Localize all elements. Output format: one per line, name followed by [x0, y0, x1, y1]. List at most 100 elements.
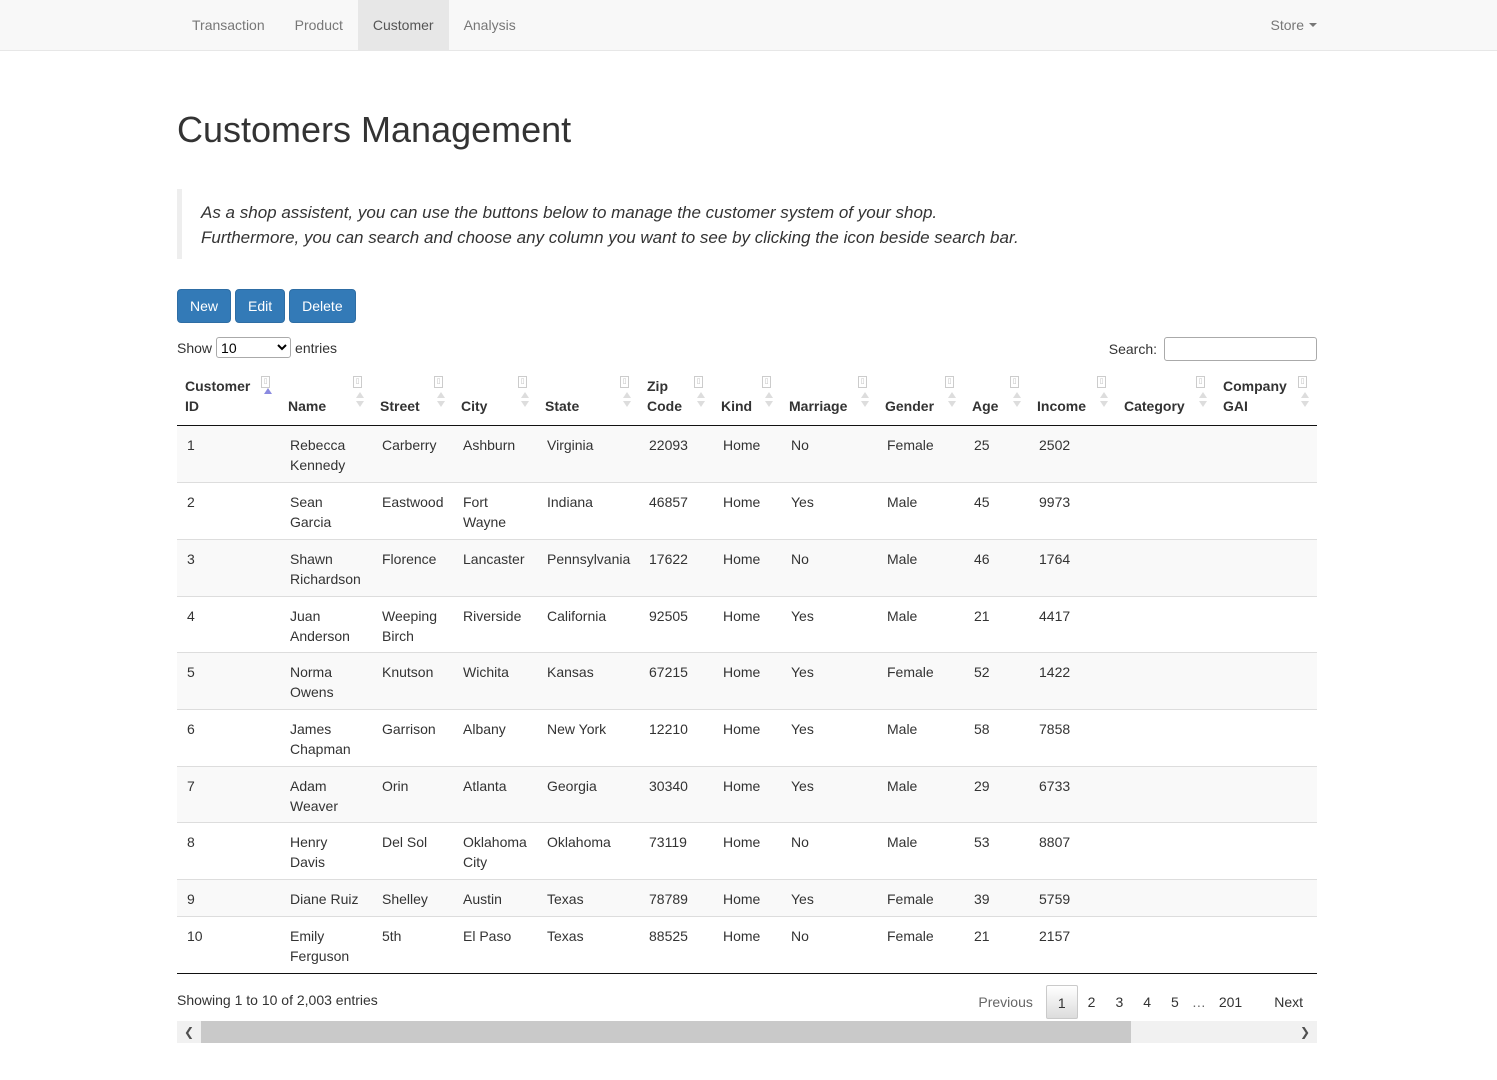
new-button[interactable]: New	[177, 289, 232, 323]
next-page-button[interactable]: Next	[1252, 985, 1317, 1019]
cell-text: Oklahoma	[463, 834, 527, 850]
column-header-street[interactable]: Street ▯	[372, 368, 453, 426]
cell-text: Yes	[791, 721, 814, 737]
cell-age: 58	[974, 719, 1027, 739]
nav-item-customer[interactable]: Customer	[357, 0, 449, 50]
column-visibility-icon[interactable]: ▯	[945, 376, 954, 388]
table-row[interactable]: 4 Juan Anderson Weeping Birch Riverside Califo…	[177, 597, 1317, 653]
cell-text: City	[463, 854, 488, 870]
cell-name: Rebecca Kennedy	[290, 435, 370, 475]
column-header-category[interactable]: Category ▯	[1116, 368, 1215, 426]
column-header-kind[interactable]: Kind ▯	[713, 368, 781, 426]
table-row[interactable]: 8 Henry Davis Del Sol Oklahoma City Oklahoma 73…	[177, 823, 1317, 880]
sort-up-arrow	[948, 392, 956, 398]
column-visibility-icon[interactable]: ▯	[1010, 376, 1019, 388]
page-title: Customers Management	[177, 109, 572, 150]
cell-text: 10	[187, 928, 203, 944]
cell-marriage: Yes	[791, 719, 875, 739]
column-header-income[interactable]: Income ▯	[1029, 368, 1116, 426]
cell-text: 5	[187, 664, 195, 680]
cell-text: Home	[723, 834, 761, 850]
store-dropdown[interactable]: Store	[1271, 0, 1317, 50]
column-header-text: Street	[380, 398, 420, 414]
cell-text: Ferguson	[290, 948, 350, 964]
nav-item-transaction[interactable]: Transaction	[177, 0, 280, 50]
cell-text: 22093	[649, 437, 688, 453]
delete-button[interactable]: Delete	[289, 289, 356, 323]
cell-text: 8807	[1039, 834, 1071, 850]
page-button-2[interactable]: 2	[1078, 985, 1106, 1019]
table-row[interactable]: 10 Emily Ferguson 5th El Paso Texas 88525 Home N…	[177, 917, 1317, 974]
page-button-3[interactable]: 3	[1105, 985, 1133, 1019]
cell-text: No	[791, 834, 809, 850]
column-header-city[interactable]: City ▯	[453, 368, 537, 426]
column-header-label: State	[545, 396, 579, 416]
cell-text: Weeping	[382, 608, 438, 624]
page-button-1[interactable]: 1	[1045, 985, 1078, 1019]
cell-city: El Paso	[463, 926, 535, 946]
column-header-zip-code[interactable]: Zip Code ▯	[639, 368, 713, 426]
table-row[interactable]: 7 Adam Weaver Orin Atlanta Georgia 30340 Home Ye…	[177, 767, 1317, 823]
column-visibility-icon[interactable]: ▯	[261, 376, 270, 388]
column-header-name[interactable]: Name ▯	[280, 368, 372, 426]
cell-age: 53	[974, 832, 1027, 852]
column-header-state[interactable]: State ▯	[537, 368, 639, 426]
column-header-marriage[interactable]: Marriage ▯	[781, 368, 877, 426]
action-buttons: New Edit Delete	[177, 289, 360, 323]
column-visibility-icon[interactable]: ▯	[518, 376, 527, 388]
column-header-customer-id[interactable]: Customer ID ▯	[177, 368, 280, 426]
column-header-age[interactable]: Age ▯	[964, 368, 1029, 426]
nav-item-analysis[interactable]: Analysis	[449, 0, 531, 50]
column-visibility-icon[interactable]: ▯	[620, 376, 629, 388]
table-row[interactable]: 2 Sean Garcia Eastwood Fort Wayne Indiana 46857…	[177, 483, 1317, 540]
edit-button[interactable]: Edit	[235, 289, 286, 323]
column-visibility-icon[interactable]: ▯	[1196, 376, 1205, 388]
table-row[interactable]: 6 James Chapman Garrison Albany New York 12210…	[177, 710, 1317, 767]
cell-text: Home	[723, 664, 761, 680]
page-button-last[interactable]: 201	[1209, 985, 1252, 1019]
column-visibility-icon[interactable]: ▯	[1298, 376, 1307, 388]
table-header: Customer ID ▯ Name ▯ Street ▯ City ▯ State ▯ Zip Cod…	[177, 368, 1317, 426]
cell-text: 52	[974, 664, 990, 680]
sort-up-arrow	[1199, 392, 1207, 398]
cell-customer-id: 7	[187, 776, 278, 796]
search-input[interactable]	[1164, 337, 1317, 361]
cell-text: 6	[187, 721, 195, 737]
column-visibility-icon[interactable]: ▯	[762, 376, 771, 388]
scroll-left-icon[interactable]: ❮	[177, 1021, 201, 1043]
page-button-5[interactable]: 5	[1161, 985, 1189, 1019]
sort-down-arrow	[356, 401, 364, 407]
cell-text: 8	[187, 834, 195, 850]
page-button-4[interactable]: 4	[1133, 985, 1161, 1019]
cell-text: Female	[887, 891, 934, 907]
column-visibility-icon[interactable]: ▯	[1097, 376, 1106, 388]
column-visibility-icon[interactable]: ▯	[858, 376, 867, 388]
cell-street: Del Sol	[382, 832, 451, 852]
horizontal-scrollbar[interactable]: ❮ ❯	[177, 1021, 1317, 1043]
column-header-gender[interactable]: Gender ▯	[877, 368, 964, 426]
store-dropdown-label: Store	[1270, 17, 1304, 33]
cell-kind: Home	[723, 492, 779, 512]
cell-text: Emily	[290, 928, 325, 944]
page-length-select[interactable]: 10	[216, 337, 292, 358]
cell-zip-code: 67215	[649, 662, 711, 682]
cell-street: Orin	[382, 776, 451, 796]
scrollbar-thumb[interactable]	[201, 1021, 1131, 1043]
column-visibility-icon[interactable]: ▯	[434, 376, 443, 388]
column-header-company-gai[interactable]: Company GAI ▯	[1215, 368, 1317, 426]
previous-page-button[interactable]: Previous	[968, 985, 1045, 1019]
cell-text: Adam	[290, 778, 327, 794]
column-visibility-icon[interactable]: ▯	[694, 376, 703, 388]
nav-item-product[interactable]: Product	[280, 0, 358, 50]
cell-text: 1764	[1039, 551, 1071, 567]
scroll-right-icon[interactable]: ❯	[1293, 1021, 1317, 1043]
table-row[interactable]: 3 Shawn Richardson Florence Lancaster Pennsyl…	[177, 540, 1317, 597]
column-header-label: Zip Code	[647, 376, 682, 416]
cell-zip-code: 73119	[649, 832, 711, 852]
table-row[interactable]: 9 Diane Ruiz Shelley Austin Texas 78789 Home Ye…	[177, 880, 1317, 917]
cell-zip-code: 30340	[649, 776, 711, 796]
table-row[interactable]: 5 Norma Owens Knutson Wichita Kansas 67215 Home…	[177, 653, 1317, 710]
table-row[interactable]: 1 Rebecca Kennedy Carberry Ashburn Virginia 22…	[177, 426, 1317, 483]
cell-text: Yes	[791, 778, 814, 794]
column-visibility-icon[interactable]: ▯	[353, 376, 362, 388]
